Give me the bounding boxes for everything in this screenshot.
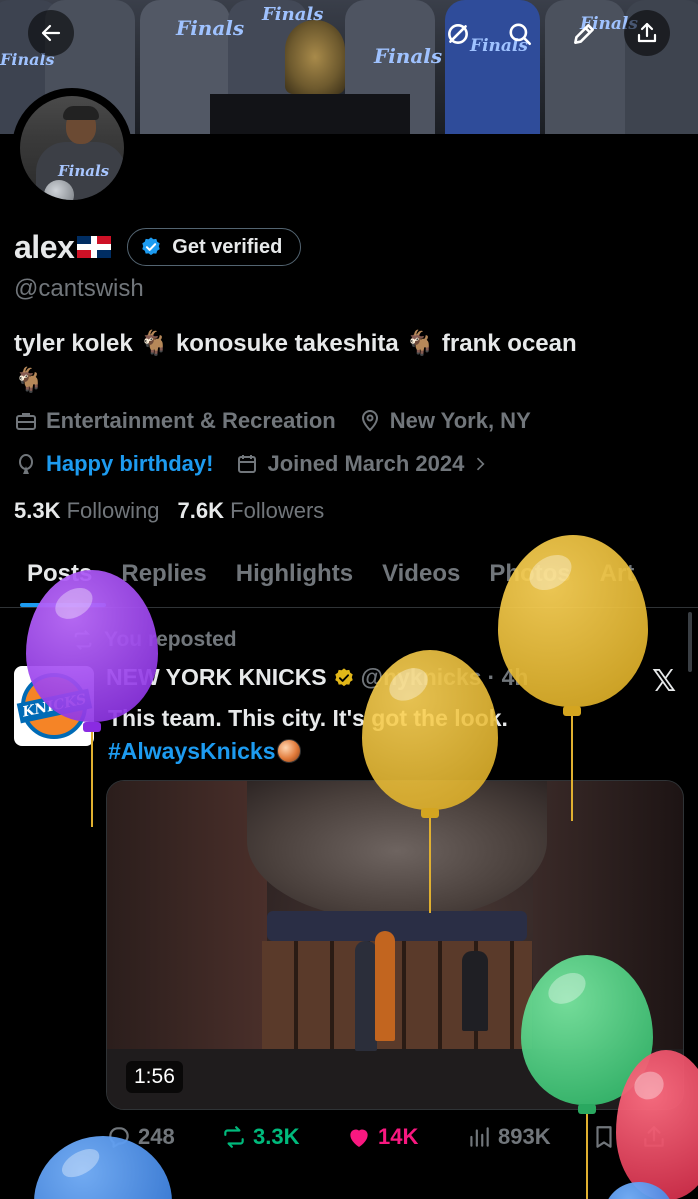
joined-label: Joined March 2024 [267, 451, 465, 476]
gold-verified-badge-icon [334, 667, 353, 686]
user-handle: @cantswish [14, 275, 144, 302]
location-pin-icon [361, 410, 378, 432]
balloon-shine [523, 547, 578, 598]
balloon-icon [19, 454, 33, 474]
banner-table [210, 94, 410, 134]
knicks-ball-emoji-icon [277, 739, 302, 763]
post-actions: 248 3.3K 14K 893K [106, 1124, 686, 1150]
flag-quadrant [97, 236, 112, 244]
briefcase-icon [16, 413, 36, 430]
video-person [462, 951, 488, 1031]
share-icon [637, 22, 657, 43]
verified-badge-icon [142, 237, 160, 256]
flag-quadrant [77, 250, 92, 258]
balloon-string [571, 716, 573, 821]
joined-item[interactable]: Joined March 2024 [235, 451, 490, 477]
profile-bio: tyler kolek 🐐 konosuke takeshita 🐐 frank… [14, 325, 684, 399]
share-button[interactable] [624, 10, 670, 56]
flag-quadrant [97, 250, 112, 258]
video-person [355, 941, 377, 1051]
tab-highlights[interactable]: Highlights [236, 548, 353, 607]
following-label: Following [66, 498, 160, 523]
heart-icon [350, 1129, 368, 1147]
followers-count: 7.6K [177, 498, 225, 523]
hashtag-link[interactable]: #AlwaysKnicks [108, 738, 275, 764]
video-person [375, 931, 395, 1041]
birthday-label[interactable]: Happy birthday! [46, 451, 213, 477]
location-label: New York, NY [389, 408, 531, 433]
balloon-knot [563, 706, 581, 716]
category-label: Entertainment & Recreation [46, 408, 336, 433]
following-link[interactable]: 5.3K Following [14, 498, 160, 524]
search-button[interactable] [500, 12, 540, 56]
bio-line: tyler kolek 🐐 konosuke takeshita 🐐 frank… [14, 330, 577, 357]
followers-link[interactable]: 7.6K Followers [178, 498, 325, 524]
x-logo-icon: 𝕏 [652, 664, 677, 699]
balloon-shine [383, 661, 434, 708]
balloon-knot [421, 808, 439, 818]
balloon-shine [629, 1066, 669, 1105]
location-item: New York, NY [358, 408, 531, 434]
edit-button[interactable] [564, 12, 604, 56]
balloon-string [586, 1114, 588, 1199]
chevron-right-icon [477, 457, 485, 471]
scrollbar[interactable] [688, 612, 692, 672]
views-button[interactable]: 893K [466, 1124, 591, 1150]
balloon-string [91, 732, 93, 827]
birthday-item[interactable]: Happy birthday! [14, 451, 213, 477]
category-item: Entertainment & Recreation [14, 408, 336, 434]
following-count: 5.3K [14, 498, 61, 523]
balloon-shine [542, 966, 591, 1011]
display-name: alex [14, 228, 75, 265]
views-chart-icon [470, 1127, 489, 1147]
balloon-string [429, 818, 431, 913]
pencil-icon [574, 24, 594, 44]
repost-icon [224, 1126, 244, 1148]
profile-meta-row-2: Happy birthday! Joined March 2024 [14, 451, 512, 477]
trophy-image [285, 20, 345, 94]
search-icon [509, 23, 532, 46]
bookmark-icon [596, 1126, 612, 1148]
video-ring [267, 911, 527, 941]
repost-count: 3.3K [253, 1124, 300, 1149]
avatar-photo: Finals [20, 96, 124, 200]
video-duration: 1:56 [126, 1061, 183, 1093]
get-verified-button[interactable]: Get verified [127, 228, 302, 266]
bio-line: 🐐 [14, 367, 44, 394]
banner-shirt-text: Finals [374, 44, 443, 68]
like-count: 14K [378, 1124, 419, 1149]
followers-label: Followers [230, 498, 325, 523]
video-lockers [262, 941, 532, 1051]
reply-count: 248 [138, 1124, 175, 1149]
grok-button[interactable] [438, 12, 478, 56]
balloon-knot [83, 722, 101, 732]
grok-icon [448, 24, 468, 44]
dominican-republic-flag-icon [77, 236, 112, 258]
back-button[interactable] [28, 10, 74, 56]
arrow-left-icon [41, 24, 61, 42]
like-button[interactable]: 14K [346, 1124, 466, 1150]
balloon-shine [57, 1143, 105, 1183]
tab-videos[interactable]: Videos [382, 548, 460, 607]
avatar-cap [63, 106, 99, 120]
repost-button[interactable]: 3.3K [221, 1124, 346, 1150]
follow-stats: 5.3K Following 7.6K Followers [14, 498, 324, 524]
flag-quadrant [77, 236, 92, 244]
views-count: 893K [498, 1124, 551, 1149]
avatar-shirt-text: Finals [58, 162, 110, 180]
get-verified-label: Get verified [172, 235, 283, 258]
profile-avatar[interactable]: Finals [12, 88, 132, 208]
banner-shirt-text: Finals [176, 16, 245, 40]
profile-meta-row-1: Entertainment & Recreation New York, NY [14, 408, 553, 434]
profile-name-row: alex Get verified [14, 228, 302, 266]
balloon-knot [578, 1104, 596, 1114]
banner-shirt-text: Finals [262, 4, 324, 25]
balloon-shine [49, 581, 98, 626]
calendar-icon [238, 455, 257, 473]
